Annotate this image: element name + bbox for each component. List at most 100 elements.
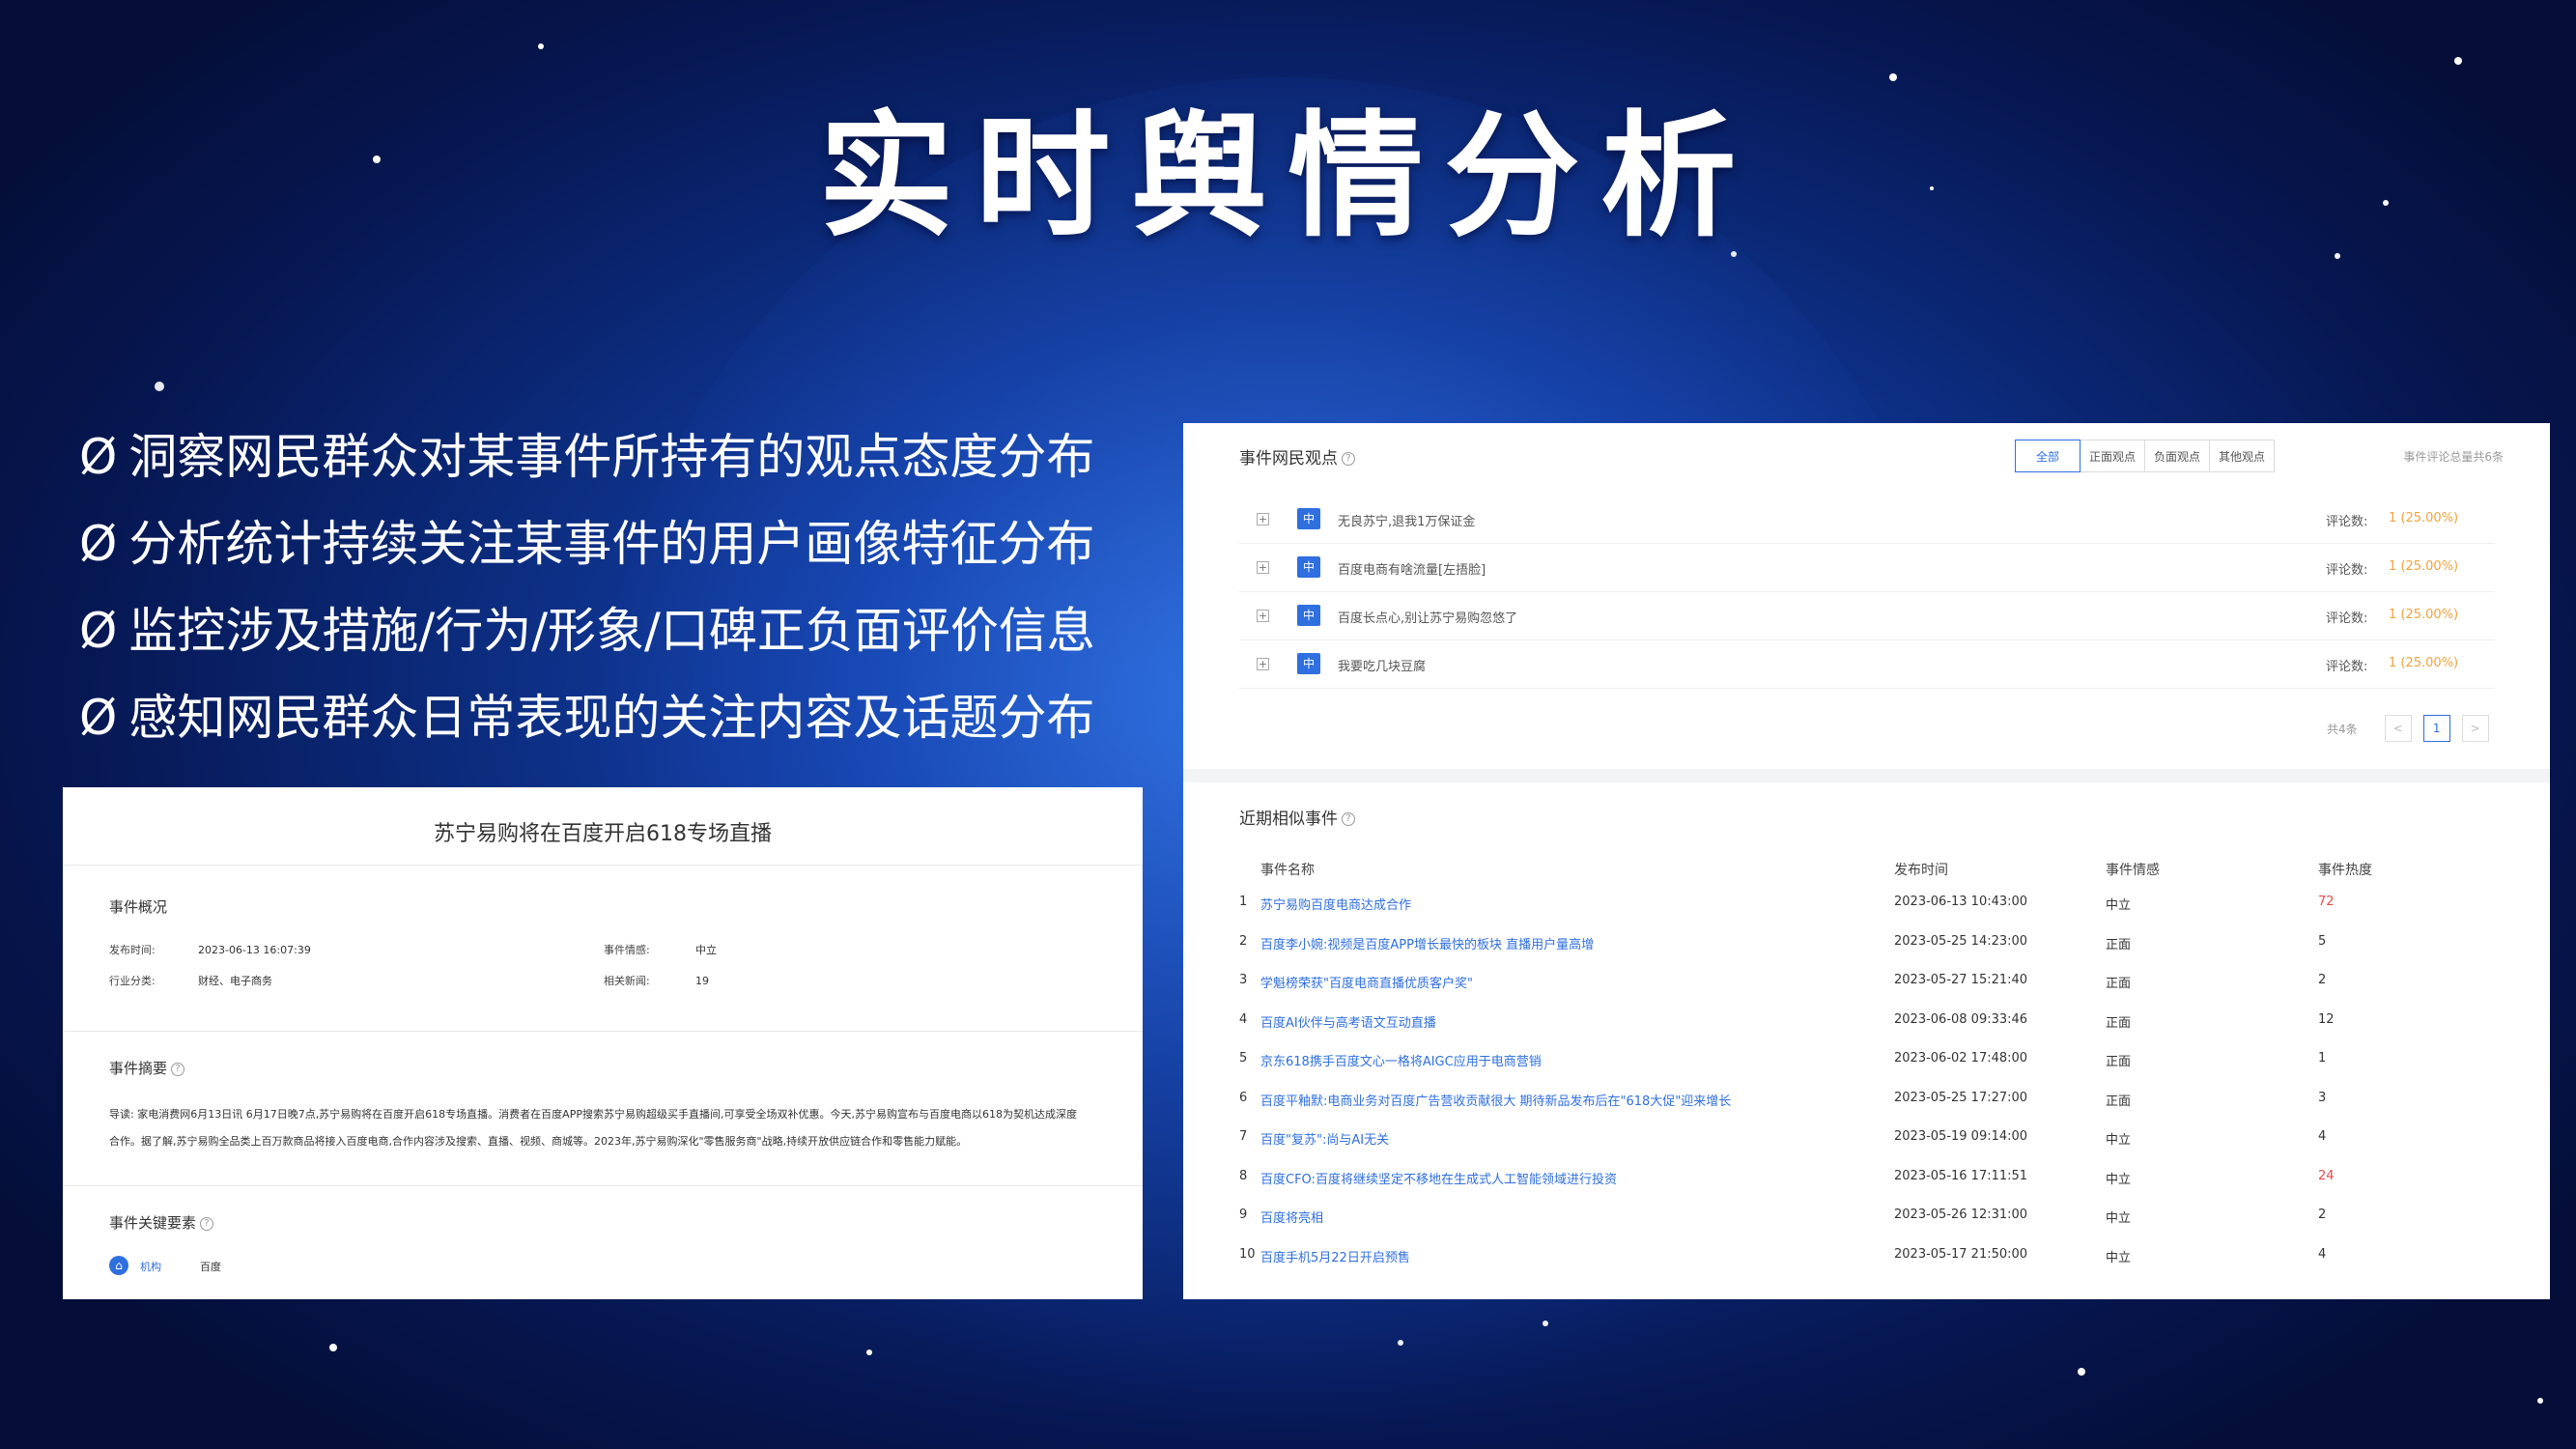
expand-icon[interactable]: +	[1257, 561, 1269, 574]
next-page-button[interactable]: >	[2461, 715, 2489, 742]
count-value: 1 (25.00%)	[2389, 608, 2459, 622]
page-number-button[interactable]: 1	[2422, 715, 2450, 742]
event-name-link[interactable]: 京东618携手百度文心一格将AIGC应用于电商营销	[1260, 1051, 1542, 1069]
section-title-text: 近期相似事件	[1239, 810, 1338, 829]
table-row[interactable]: 1 苏宁易购百度电商达成合作 2023-06-13 10:43:00 中立 72	[1239, 885, 2495, 923]
opinions-panel: 事件网民观点? 全部 正面观点 负面观点 其他观点 事件评论总量共6条 + 中 …	[1183, 423, 2550, 1299]
neutral-tag: 中	[1297, 508, 1320, 529]
table-row[interactable]: 8 百度CFO:百度将继续坚定不移地在生成式人工智能领域进行投资 2023-05-1…	[1239, 1159, 2495, 1198]
bullet-arrow-icon: Ø	[79, 690, 118, 746]
table-row[interactable]: 9 百度将亮相 2023-05-26 12:31:00 中立 2	[1239, 1198, 2495, 1236]
row-index: 6	[1239, 1090, 1248, 1105]
table-row[interactable]: 3 学魁榜荣获"百度电商直播优质客户奖" 2023-05-27 15:21:40 正面…	[1239, 963, 2495, 1002]
help-icon[interactable]: ?	[171, 1062, 185, 1076]
event-name-link[interactable]: 学魁榜荣获"百度电商直播优质客户奖"	[1260, 973, 1473, 991]
row-index: 10	[1239, 1246, 1256, 1262]
opinion-filter-tabs: 全部 正面观点 负面观点 其他观点	[2015, 440, 2275, 472]
field-value: 19	[695, 975, 709, 987]
opinion-total: 事件评论总量共6条	[2403, 450, 2504, 464]
category-field: 行业分类: 财经、电子商务	[109, 973, 272, 988]
org-label: 机构	[140, 1261, 161, 1273]
table-row[interactable]: 7 百度"复苏":尚与AI无关 2023-05-19 09:14:00 中立 4	[1239, 1120, 2495, 1158]
publish-time: 2023-05-17 21:50:00	[1894, 1246, 2028, 1262]
event-name-link[interactable]: 百度手机5月22日开启预售	[1260, 1247, 1410, 1265]
heat-value: 4	[2318, 1129, 2327, 1144]
opinion-row: + 中 百度电商有啥流量[左捂脸] 评论数: 1 (25.00%)	[1239, 544, 2495, 592]
section-title-text: 事件网民观点	[1239, 449, 1338, 469]
expand-icon[interactable]: +	[1257, 610, 1269, 622]
heat-value: 5	[2318, 933, 2327, 949]
table-row[interactable]: 6 百度平釉默:电商业务对百度广告营收贡献很大 期待新品发布后在"618大促"迎来…	[1239, 1081, 2495, 1120]
sentiment-value: 正面	[2106, 1055, 2132, 1069]
event-name-link[interactable]: 百度平釉默:电商业务对百度广告营收贡献很大 期待新品发布后在"618大促"迎来增…	[1260, 1091, 1731, 1109]
heat-value: 1	[2318, 1051, 2327, 1065]
column-header-sentiment: 事件情感	[2106, 863, 2160, 878]
row-index: 1	[1239, 895, 1248, 909]
table-row[interactable]: 5 京东618携手百度文心一格将AIGC应用于电商营销 2023-06-02 17:…	[1239, 1041, 2495, 1080]
section-divider	[1183, 769, 2550, 782]
tab-all[interactable]: 全部	[2015, 440, 2081, 472]
opinion-row: + 中 百度长点心,别让苏宁易购忽悠了 评论数: 1 (25.00%)	[1239, 592, 2495, 640]
row-index: 7	[1239, 1129, 1248, 1144]
pagination-total: 共4条	[2327, 722, 2358, 736]
opinion-text: 我要吃几块豆腐	[1338, 660, 1427, 674]
row-index: 4	[1239, 1011, 1248, 1027]
sentiment-value: 中立	[2106, 1133, 2132, 1148]
section-title-text: 事件关键要素	[109, 1214, 197, 1232]
org-value[interactable]: 百度	[200, 1259, 221, 1274]
expand-icon[interactable]: +	[1257, 513, 1269, 526]
event-detail-panel: 苏宁易购将在百度开启618专场直播 事件概况 发布时间: 2023-06-13 1…	[63, 787, 1143, 1299]
tab-other[interactable]: 其他观点	[2209, 440, 2275, 472]
home-icon: ⌂	[109, 1256, 128, 1275]
bullet-arrow-icon: Ø	[79, 603, 118, 659]
bullet-item: Ø 分析统计持续关注某事件的用户画像特征分布	[79, 500, 1095, 587]
divider	[63, 1185, 1143, 1186]
prev-page-button[interactable]: <	[2384, 715, 2412, 742]
opinion-text: 百度长点心,别让苏宁易购忽悠了	[1338, 611, 1518, 626]
section-title-text: 事件摘要	[109, 1060, 168, 1077]
count-value: 1 (25.00%)	[2389, 559, 2459, 574]
heat-value: 3	[2318, 1090, 2327, 1105]
row-index: 9	[1239, 1208, 1248, 1222]
sentiment-value: 正面	[2106, 977, 2132, 991]
event-name-link[interactable]: 百度李小婉:视频是百度APP增长最快的板块 直播用户量高增	[1260, 934, 1594, 952]
event-name-link[interactable]: 百度"复苏":尚与AI无关	[1260, 1129, 1389, 1148]
bullet-list: Ø 洞察网民群众对某事件所持有的观点态度分布 Ø 分析统计持续关注某事件的用户画像特…	[79, 413, 1095, 761]
publish-time: 2023-05-19 09:14:00	[1894, 1129, 2028, 1144]
help-icon[interactable]: ?	[1342, 812, 1355, 826]
expand-icon[interactable]: +	[1257, 658, 1269, 670]
row-index: 8	[1239, 1168, 1248, 1183]
event-name-link[interactable]: 百度CFO:百度将继续坚定不移地在生成式人工智能领域进行投资	[1260, 1169, 1617, 1187]
column-header-name: 事件名称	[1260, 863, 1315, 878]
opinions-section-title: 事件网民观点?	[1239, 444, 1355, 469]
sentiment-value: 中立	[2106, 1211, 2132, 1226]
help-icon[interactable]: ?	[1342, 452, 1355, 466]
summary-line: 合作。据了解,苏宁易购全品类上百万款商品将接入百度电商,合作内容涉及搜索、直播、…	[109, 1135, 968, 1148]
field-label: 事件情感:	[604, 944, 650, 956]
sentiment-value: 正面	[2106, 1094, 2132, 1109]
event-name-link[interactable]: 百度AI伙伴与高考语文互动直播	[1260, 1012, 1436, 1031]
summary-line: 导读: 家电消费网6月13日讯 6月17日晚7点,苏宁易购将在百度开启618专场…	[109, 1108, 1077, 1121]
event-name-link[interactable]: 百度将亮相	[1260, 1208, 1323, 1226]
slide-title: 实时舆情分析	[818, 99, 1758, 256]
bullet-text: 感知网民群众日常表现的关注内容及话题分布	[128, 690, 1095, 746]
event-title: 苏宁易购将在百度开启618专场直播	[434, 822, 772, 846]
bullet-item: Ø 监控涉及措施/行为/形象/口碑正负面评价信息	[79, 587, 1095, 674]
help-icon[interactable]: ?	[200, 1216, 214, 1231]
row-index: 5	[1239, 1051, 1248, 1065]
tab-negative[interactable]: 负面观点	[2144, 440, 2210, 472]
related-news-field: 相关新闻: 19	[604, 973, 709, 988]
sentiment-value: 中立	[2106, 898, 2132, 913]
tab-positive[interactable]: 正面观点	[2080, 440, 2145, 472]
opinion-text: 百度电商有啥流量[左捂脸]	[1338, 563, 1486, 578]
event-name-link[interactable]: 苏宁易购百度电商达成合作	[1260, 895, 1411, 913]
table-row[interactable]: 2 百度李小婉:视频是百度APP增长最快的板块 直播用户量高增 2023-05-25…	[1239, 924, 2495, 963]
table-row[interactable]: 4 百度AI伙伴与高考语文互动直播 2023-06-08 09:33:46 正面 12	[1239, 1003, 2495, 1041]
heat-value: 72	[2318, 895, 2335, 909]
table-row[interactable]: 10 百度手机5月22日开启预售 2023-05-17 21:50:00 中立 4	[1239, 1237, 2495, 1276]
bullet-text: 监控涉及措施/行为/形象/口碑正负面评价信息	[128, 603, 1095, 659]
field-value: 2023-06-13 16:07:39	[198, 944, 311, 956]
count-label: 评论数:	[2326, 660, 2368, 674]
heat-value: 2	[2318, 1208, 2327, 1222]
heat-value: 4	[2318, 1246, 2327, 1262]
